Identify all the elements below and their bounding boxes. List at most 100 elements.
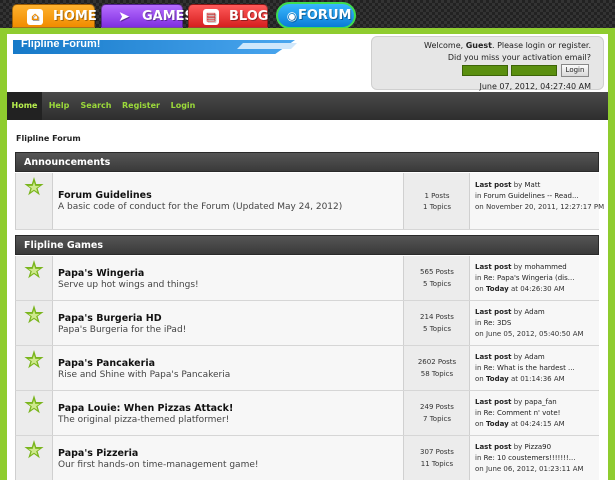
last-post-by-label: by — [511, 398, 525, 406]
last-post-topic[interactable]: Re: 10 coustemers!!!!!!!... — [484, 454, 576, 462]
last-post-label: Last post — [475, 398, 512, 406]
board-last-post: Last post by Adam in Re: 3DS on June 05,… — [470, 301, 599, 345]
menu-login[interactable]: Login — [166, 92, 200, 120]
board-icon-cell — [16, 391, 53, 435]
category-header-flipline-games[interactable]: Flipline Games — [15, 235, 599, 255]
last-post-date: June 05, 2012, 05:40:50 AM — [485, 330, 584, 338]
site-nav-blog-label: BLOG — [229, 9, 269, 24]
site-nav-blog-tab[interactable]: ▤ BLOG — [188, 4, 268, 28]
last-post-by-label: by — [511, 263, 525, 271]
board-description: A basic code of conduct for the Forum (U… — [58, 202, 343, 212]
board-row: Papa's Pizzeria Our first hands-on time-… — [15, 436, 599, 480]
site-nav-forum-tab[interactable]: ◉ FORUM — [276, 2, 356, 29]
last-post-label: Last post — [475, 308, 512, 316]
login-panel: Welcome, Guest. Please login or register… — [371, 36, 604, 91]
board-row: Papa's Burgeria HD Papa's Burgeria for t… — [15, 301, 599, 346]
board-info: Papa Louie: When Pizzas Attack! The orig… — [53, 391, 404, 435]
guest-label: Guest — [465, 41, 492, 50]
username-field[interactable] — [462, 65, 508, 76]
last-post-topic[interactable]: Re: Comment n' vote! — [484, 409, 561, 417]
board-stats: 307 Posts 11 Topics — [404, 436, 470, 480]
board-topic-count: 11 Topics — [420, 460, 454, 468]
last-post-topic-line: in Re: 10 coustemers!!!!!!!... — [475, 454, 575, 462]
welcome-suffix[interactable]: . Please login or register. — [492, 41, 591, 50]
last-post-topic[interactable]: Forum Guidelines -- Read... — [484, 192, 579, 200]
last-post-today: Today — [485, 420, 509, 428]
board-title[interactable]: Papa's Pancakeria — [58, 358, 155, 369]
board-last-post: Last post by mohammed in Re: Papa's Wing… — [470, 256, 599, 300]
board-star-icon[interactable] — [24, 305, 44, 324]
last-post-in-label: in — [475, 319, 484, 327]
last-post-topic-line: in Re: Papa's Wingeria (dis... — [475, 274, 574, 282]
board-star-icon[interactable] — [24, 260, 44, 279]
last-post-author[interactable]: Adam — [525, 308, 545, 316]
last-post-author[interactable]: mohammed — [525, 263, 567, 271]
menu-register[interactable]: Register — [119, 92, 163, 120]
last-post-in-label: in — [475, 409, 484, 417]
board-post-count: 307 Posts — [420, 448, 454, 456]
last-post-on-label: on — [475, 285, 486, 293]
board-last-post: Last post by Matt in Forum Guidelines --… — [470, 173, 604, 229]
last-post-topic-line: in Re: What is the hardest ... — [475, 364, 575, 372]
last-post-topic[interactable]: Re: Papa's Wingeria (dis... — [484, 274, 575, 282]
activation-link[interactable]: Did you miss your activation email? — [448, 53, 591, 62]
last-post-author[interactable]: papa_fan — [525, 398, 557, 406]
board-stats: 2602 Posts 58 Topics — [404, 346, 470, 390]
home-icon: ⌂ — [27, 9, 43, 25]
board-stats: 249 Posts 7 Topics — [404, 391, 470, 435]
board-post-count: 1 Posts — [424, 192, 450, 200]
board-title[interactable]: Papa Louie: When Pizzas Attack! — [58, 403, 233, 414]
forum-logo-text[interactable]: Flipline Forum! — [21, 38, 100, 50]
site-nav-games-tab[interactable]: ➤ GAMES — [101, 4, 194, 28]
last-post-date-line: on June 05, 2012, 05:40:50 AM — [475, 330, 584, 338]
login-button[interactable]: Login — [561, 64, 589, 77]
board-star-icon[interactable] — [24, 350, 44, 369]
last-post-date: June 06, 2012, 01:23:11 AM — [485, 465, 584, 473]
last-post-author[interactable]: Adam — [525, 353, 545, 361]
forum-container: Flipline Forum! Welcome, Guest. Please l… — [7, 34, 608, 480]
board-topic-count: 1 Topics — [423, 203, 451, 211]
board-title[interactable]: Papa's Burgeria HD — [58, 313, 162, 324]
menu-search[interactable]: Search — [77, 92, 115, 120]
board-description: Rise and Shine with Papa's Pancakeria — [58, 370, 231, 380]
board-row: Papa's Wingeria Serve up hot wings and t… — [15, 256, 599, 301]
last-post-date: at 04:26:30 AM — [510, 285, 565, 293]
last-post-by-label: by — [511, 308, 525, 316]
last-post-in-label: in — [475, 192, 484, 200]
breadcrumb[interactable]: Flipline Forum — [16, 134, 81, 143]
board-icon-cell — [16, 256, 53, 300]
board-star-icon[interactable] — [24, 177, 44, 196]
category-header-announcements[interactable]: Announcements — [15, 152, 599, 172]
menu-home[interactable]: Home — [7, 92, 42, 120]
last-post-topic-line: in Re: Comment n' vote! — [475, 409, 560, 417]
board-title[interactable]: Papa's Pizzeria — [58, 448, 138, 459]
board-post-count: 565 Posts — [420, 268, 454, 276]
board-description: Serve up hot wings and things! — [58, 280, 199, 290]
board-topic-count: 5 Topics — [423, 280, 451, 288]
password-field[interactable] — [511, 65, 557, 76]
board-description: Papa's Burgeria for the iPad! — [58, 325, 187, 335]
last-post-topic[interactable]: Re: What is the hardest ... — [484, 364, 575, 372]
board-row: Papa's Pancakeria Rise and Shine with Pa… — [15, 346, 599, 391]
last-post-label: Last post — [475, 263, 512, 271]
board-topic-count: 5 Topics — [423, 325, 451, 333]
board-topic-count: 58 Topics — [420, 370, 454, 378]
board-star-icon[interactable] — [24, 395, 44, 414]
site-nav-home-tab[interactable]: ⌂ HOME — [12, 4, 97, 28]
board-info: Papa's Pancakeria Rise and Shine with Pa… — [53, 346, 404, 390]
board-star-icon[interactable] — [24, 440, 44, 459]
last-post-on-label: on — [475, 375, 486, 383]
last-post-date-line: on November 20, 2011, 12:27:17 PM — [475, 203, 604, 211]
last-post-topic[interactable]: Re: 3DS — [484, 319, 512, 327]
last-post-on-label: on — [475, 465, 486, 473]
board-title[interactable]: Forum Guidelines — [58, 190, 152, 201]
last-post-author[interactable]: Matt — [525, 181, 541, 189]
board-info: Papa's Wingeria Serve up hot wings and t… — [53, 256, 404, 300]
last-post-by-label: by — [511, 353, 525, 361]
cursor-icon: ➤ — [118, 9, 130, 25]
board-title[interactable]: Papa's Wingeria — [58, 268, 144, 279]
last-post-author[interactable]: Pizza90 — [525, 443, 552, 451]
last-post-by-label: by — [511, 181, 525, 189]
menu-help[interactable]: Help — [45, 92, 73, 120]
board-post-count: 249 Posts — [420, 403, 454, 411]
